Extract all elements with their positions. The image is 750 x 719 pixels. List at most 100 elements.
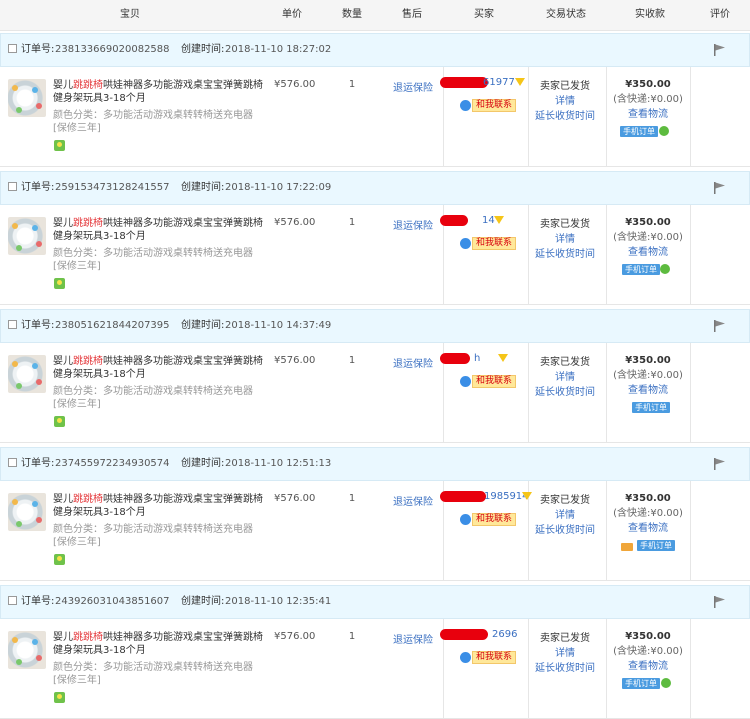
order-body: 婴儿跳跳椅哄娃神器多功能游戏桌宝宝弹簧跳椅健身架玩具3-18个月 颜色分类：多功能…	[0, 67, 750, 167]
created-time: 2018-11-10 12:51:13	[225, 458, 332, 469]
mobile-order-badge: 手机订单	[620, 126, 658, 137]
detail-link[interactable]: 详情	[530, 232, 600, 247]
flag-icon[interactable]	[713, 458, 727, 470]
mobile-order-badge: 手机订单	[632, 402, 670, 413]
unit-price: ¥576.00	[274, 217, 316, 228]
product-spec: 颜色分类：多功能活动游戏桌转转椅送充电器[保修三年]	[53, 110, 253, 134]
redaction	[440, 353, 470, 364]
col-trade-status: 交易状态	[546, 9, 586, 20]
view-logistics-link[interactable]: 查看物流	[610, 659, 686, 674]
quantity: 1	[348, 217, 356, 228]
flag-icon[interactable]	[713, 182, 727, 194]
view-logistics-link[interactable]: 查看物流	[610, 245, 686, 260]
order-checkbox[interactable]	[8, 182, 17, 191]
buyer-id[interactable]: 2696	[492, 629, 517, 641]
product-thumbnail[interactable]	[8, 79, 46, 117]
order-header: 订单号: 243926031043851607 创建时间: 2018-11-10 12…	[0, 585, 750, 619]
refresh-icon	[659, 126, 669, 136]
extend-receipt-link[interactable]: 延长收货时间	[530, 523, 600, 538]
paid-amount: ¥350.00 (含快递:¥0.00) 查看物流	[610, 353, 686, 398]
product-title[interactable]: 婴儿跳跳椅哄娃神器多功能游戏桌宝宝弹簧跳椅健身架玩具3-18个月	[53, 355, 265, 381]
product-title[interactable]: 婴儿跳跳椅哄娃神器多功能游戏桌宝宝弹簧跳椅健身架玩具3-18个月	[53, 493, 265, 519]
product-spec: 颜色分类：多功能活动游戏桌转转椅送充电器[保修三年]	[53, 662, 253, 686]
view-logistics-link[interactable]: 查看物流	[610, 383, 686, 398]
created-time-label: 创建时间:	[181, 320, 225, 331]
col-after-sale: 售后	[402, 9, 422, 20]
detail-link[interactable]: 详情	[530, 646, 600, 661]
funnel-icon[interactable]	[515, 78, 525, 86]
extend-receipt-link[interactable]: 延长收货时间	[530, 661, 600, 676]
order-no-label: 订单号:	[21, 44, 55, 55]
order-no-label: 订单号:	[21, 596, 55, 607]
order-header: 订单号: 2381336690200825​88 创建时间: 2018-11-10 1…	[0, 33, 750, 67]
redaction	[440, 491, 486, 502]
seller-badge-icon	[54, 140, 65, 151]
detail-link[interactable]: 详情	[530, 370, 600, 385]
order-header: 订单号: 238051621844207395 创建时间: 2018-11-10 14…	[0, 309, 750, 343]
order-checkbox[interactable]	[8, 458, 17, 467]
chat-icon	[460, 376, 471, 387]
col-paid-amount: 实收款	[635, 9, 665, 20]
trade-status: 卖家已发货 详情 延长收货时间	[530, 217, 600, 262]
extend-receipt-link[interactable]: 延长收货时间	[530, 109, 600, 124]
buyer-id[interactable]: h	[474, 353, 480, 365]
product-spec: 颜色分类：多功能活动游戏桌转转椅送充电器[保修三年]	[53, 386, 253, 410]
seller-badge-icon	[54, 278, 65, 289]
order-number: 238051621844207395	[55, 320, 170, 331]
chat-icon	[460, 514, 471, 525]
amount: ¥350.00	[625, 79, 671, 90]
product-thumbnail[interactable]	[8, 355, 46, 393]
flag-icon[interactable]	[713, 320, 727, 332]
flag-icon[interactable]	[713, 596, 727, 608]
view-logistics-link[interactable]: 查看物流	[610, 521, 686, 536]
order-checkbox[interactable]	[8, 320, 17, 329]
order-checkbox[interactable]	[8, 44, 17, 53]
order-checkbox[interactable]	[8, 596, 17, 605]
created-time: 2018-11-10 14:37:49	[225, 320, 332, 331]
extend-receipt-link[interactable]: 延长收货时间	[530, 247, 600, 262]
return-insurance-link[interactable]: 退运保险	[393, 217, 433, 232]
return-insurance-link[interactable]: 退运保险	[393, 493, 433, 508]
refresh-icon	[661, 678, 671, 688]
order-no-label: 订单号:	[21, 182, 55, 193]
created-time-label: 创建时间:	[181, 596, 225, 607]
product-title[interactable]: 婴儿跳跳椅哄娃神器多功能游戏桌宝宝弹簧跳椅健身架玩具3-18个月	[53, 79, 265, 105]
product-thumbnail[interactable]	[8, 631, 46, 669]
created-time: 2018-11-10 17:22:09	[225, 182, 332, 193]
buyer-id[interactable]: 61977	[483, 77, 515, 89]
return-insurance-link[interactable]: 退运保险	[393, 355, 433, 370]
mobile-order-badge: 手机订单	[637, 540, 675, 551]
col-item: 宝贝	[120, 9, 140, 20]
return-insurance-link[interactable]: 退运保险	[393, 79, 433, 94]
order-header: 订单号: 259153473128241557 创建时间: 2018-11-10 17…	[0, 171, 750, 205]
amount: ¥350.00	[625, 493, 671, 504]
order-header: 订单号: 237455972234930574 创建时间: 2018-11-10 12…	[0, 447, 750, 481]
unit-price: ¥576.00	[274, 493, 316, 504]
product-title[interactable]: 婴儿跳跳椅哄娃神器多功能游戏桌宝宝弹簧跳椅健身架玩具3-18个月	[53, 217, 265, 243]
created-time: 2018-11-10 18:27:02	[225, 44, 332, 55]
detail-link[interactable]: 详情	[530, 508, 600, 523]
view-logistics-link[interactable]: 查看物流	[610, 107, 686, 122]
quantity: 1	[348, 631, 356, 642]
buyer-id[interactable]: 14	[482, 215, 495, 227]
order-number: 243926031043851607	[55, 596, 170, 607]
unit-price: ¥576.00	[274, 79, 316, 90]
funnel-icon[interactable]	[498, 354, 508, 362]
col-review: 评价	[710, 9, 730, 20]
product-thumbnail[interactable]	[8, 217, 46, 255]
funnel-icon[interactable]	[494, 216, 504, 224]
extend-receipt-link[interactable]: 延长收货时间	[530, 385, 600, 400]
status-text: 卖家已发货	[540, 81, 590, 92]
paid-amount: ¥350.00 (含快递:¥0.00) 查看物流	[610, 629, 686, 674]
seller-badge-icon	[54, 554, 65, 565]
product-title[interactable]: 婴儿跳跳椅哄娃神器多功能游戏桌宝宝弹簧跳椅健身架玩具3-18个月	[53, 631, 265, 657]
amount: ¥350.00	[625, 355, 671, 366]
flag-icon[interactable]	[713, 44, 727, 56]
detail-link[interactable]: 详情	[530, 94, 600, 109]
card-icon	[621, 543, 633, 551]
return-insurance-link[interactable]: 退运保险	[393, 631, 433, 646]
redaction	[440, 629, 488, 640]
product-spec: 颜色分类：多功能活动游戏桌转转椅送充电器[保修三年]	[53, 524, 253, 548]
col-qty: 数量	[342, 9, 362, 20]
product-thumbnail[interactable]	[8, 493, 46, 531]
